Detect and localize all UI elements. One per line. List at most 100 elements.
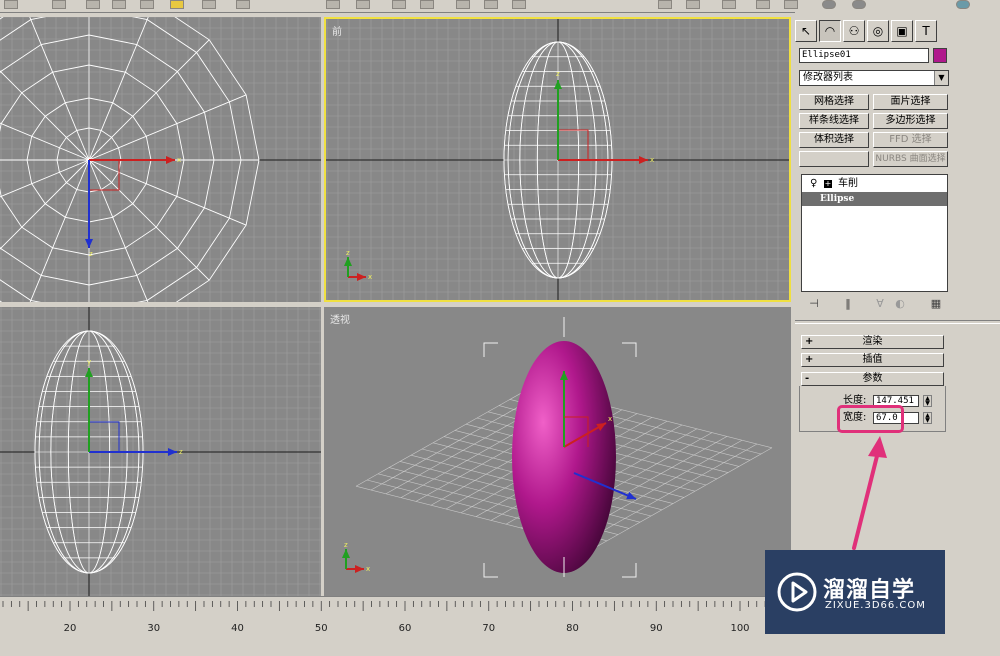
expand-plus-icon[interactable]: + xyxy=(824,180,832,188)
tripod-y-head xyxy=(342,549,350,558)
select-move-icon[interactable] xyxy=(170,0,184,9)
sphere-icon[interactable] xyxy=(822,0,836,9)
ffd-select-button[interactable]: FFD 选择 xyxy=(873,132,948,148)
modify-tab-icon[interactable]: ◠ xyxy=(819,20,841,42)
viewport-perspective[interactable]: xxz 透视 xyxy=(324,307,791,596)
stack-item-lathe[interactable]: ♀ + 车削 xyxy=(802,177,947,191)
stack-item-ellipse-label: Ellipse xyxy=(820,192,854,206)
tripod-y-head xyxy=(344,257,352,266)
modifier-list-dropdown[interactable]: 修改器列表 ▼ xyxy=(799,70,949,86)
tripod-label-h: x xyxy=(366,565,370,573)
angle-snap-icon[interactable] xyxy=(356,0,370,9)
rollout-parameters[interactable]: - 参数 xyxy=(801,372,944,386)
rollout-interpolation-label: 插值 xyxy=(802,354,943,366)
ruler-tick-label: 60 xyxy=(399,623,412,634)
snap-icon[interactable] xyxy=(326,0,340,9)
nurbs-select-button[interactable]: NURBS 曲面选择 xyxy=(873,151,948,167)
stack-item-ellipse[interactable]: Ellipse xyxy=(802,192,947,206)
gizmo-z-label: z xyxy=(179,448,183,456)
render-setup-icon[interactable] xyxy=(686,0,700,9)
show-end-result-icon[interactable]: ‖ xyxy=(839,296,857,312)
curve-editor-icon[interactable] xyxy=(484,0,498,9)
rotate-icon[interactable] xyxy=(202,0,216,9)
width-highlight-box xyxy=(837,405,904,433)
rollout-interpolation[interactable]: + 插值 xyxy=(801,353,944,367)
patch-select-button[interactable]: 面片选择 xyxy=(873,94,948,110)
pointer-arrow-icon xyxy=(840,430,900,560)
gizmo-y-label: y xyxy=(87,358,91,366)
gizmo-x-label: x xyxy=(177,156,181,164)
play-logo-icon xyxy=(773,568,821,616)
mesh-select-button[interactable]: 网格选择 xyxy=(799,94,869,110)
configure-sets-icon[interactable]: ▦ xyxy=(927,296,945,312)
window-crossing-icon[interactable] xyxy=(112,0,126,9)
spline-select-button[interactable]: 样条线选择 xyxy=(799,113,869,129)
bounding-bracket xyxy=(622,563,636,577)
bounding-bracket xyxy=(484,343,498,357)
select-icon[interactable] xyxy=(52,0,66,9)
width-spinner[interactable]: ▲▼ xyxy=(923,412,932,424)
mirror-icon[interactable] xyxy=(392,0,406,9)
gizmo-y-head xyxy=(85,368,93,377)
object-name-field[interactable]: Ellipse01 xyxy=(799,48,929,63)
layer-icon[interactable] xyxy=(456,0,470,9)
make-unique-icon[interactable]: ∀ xyxy=(871,296,889,312)
quick-render-icon[interactable] xyxy=(756,0,770,9)
empty-modifier-button[interactable] xyxy=(799,151,869,167)
move-icon[interactable] xyxy=(140,0,154,9)
tripod-label-v: z xyxy=(346,249,350,257)
remove-modifier-icon[interactable]: ◐ xyxy=(891,296,909,312)
viewport-top-canvas: xz xyxy=(0,17,321,302)
gizmo-z-head xyxy=(554,80,562,89)
sphere-icon-2[interactable] xyxy=(852,0,866,9)
ruler-tick-label: 20 xyxy=(64,623,77,634)
material-editor-icon[interactable] xyxy=(658,0,672,9)
render-frame-icon[interactable] xyxy=(722,0,736,9)
tripod-x-head xyxy=(355,565,364,573)
viewport-left-canvas: zy xyxy=(0,307,321,596)
modifier-list-label: 修改器列表 xyxy=(803,72,853,83)
poly-select-button[interactable]: 多边形选择 xyxy=(873,113,948,129)
viewport-perspective-canvas: xxz xyxy=(324,307,791,596)
length-spinner[interactable]: ▲▼ xyxy=(923,395,932,407)
stack-item-lathe-label: 车削 xyxy=(838,177,858,191)
rollout-render[interactable]: + 渲染 xyxy=(801,335,944,349)
motion-tab-icon[interactable]: ◎ xyxy=(867,20,889,42)
scale-icon[interactable] xyxy=(236,0,250,9)
viewport-left[interactable]: zy xyxy=(0,307,321,596)
schematic-icon[interactable] xyxy=(512,0,526,9)
volume-select-button[interactable]: 体积选择 xyxy=(799,132,869,148)
hierarchy-tab-icon[interactable]: ⚇ xyxy=(843,20,865,42)
chevron-down-icon[interactable]: ▼ xyxy=(934,71,948,85)
grid-line xyxy=(596,448,772,547)
wire-spoke xyxy=(89,160,209,280)
ruler-tick-label: 30 xyxy=(147,623,160,634)
object-color-swatch[interactable] xyxy=(933,48,947,63)
watermark-logo: 溜溜自学 ZIXUE.3D66.COM xyxy=(765,550,945,634)
gizmo-x-head xyxy=(639,156,648,164)
lightbulb-icon[interactable]: ♀ xyxy=(810,177,817,191)
viewport-top[interactable]: xz xyxy=(0,17,321,302)
region-select-icon[interactable] xyxy=(86,0,100,9)
panel-divider xyxy=(795,320,1000,324)
align-icon[interactable] xyxy=(420,0,434,9)
modifier-stack: ♀ + 车削 Ellipse xyxy=(801,174,948,292)
create-tab-icon[interactable]: ↖ xyxy=(795,20,817,42)
viewport-front[interactable]: xzxz 前 xyxy=(324,17,791,302)
bounding-bracket xyxy=(484,563,498,577)
gizmo-z-head xyxy=(168,448,177,456)
teapot-icon[interactable] xyxy=(956,0,970,9)
display-tab-icon[interactable]: ▣ xyxy=(891,20,913,42)
pin-stack-icon[interactable]: ⊣ xyxy=(805,296,823,312)
tripod-label-h: x xyxy=(368,273,372,281)
watermark-subtitle: ZIXUE.3D66.COM xyxy=(825,600,926,611)
rollout-parameters-label: 参数 xyxy=(802,373,943,385)
render-production-icon[interactable] xyxy=(784,0,798,9)
ruler-tick-label: 80 xyxy=(566,623,579,634)
gizmo-x-head xyxy=(166,156,175,164)
utilities-tab-icon[interactable]: T xyxy=(915,20,937,42)
undo-icon[interactable] xyxy=(4,0,18,9)
command-panel-tabs: ↖ ◠ ⚇ ◎ ▣ T xyxy=(795,20,955,44)
time-ruler[interactable]: 2030405060708090100 xyxy=(0,596,795,653)
ruler-tick-label: 100 xyxy=(730,623,749,634)
